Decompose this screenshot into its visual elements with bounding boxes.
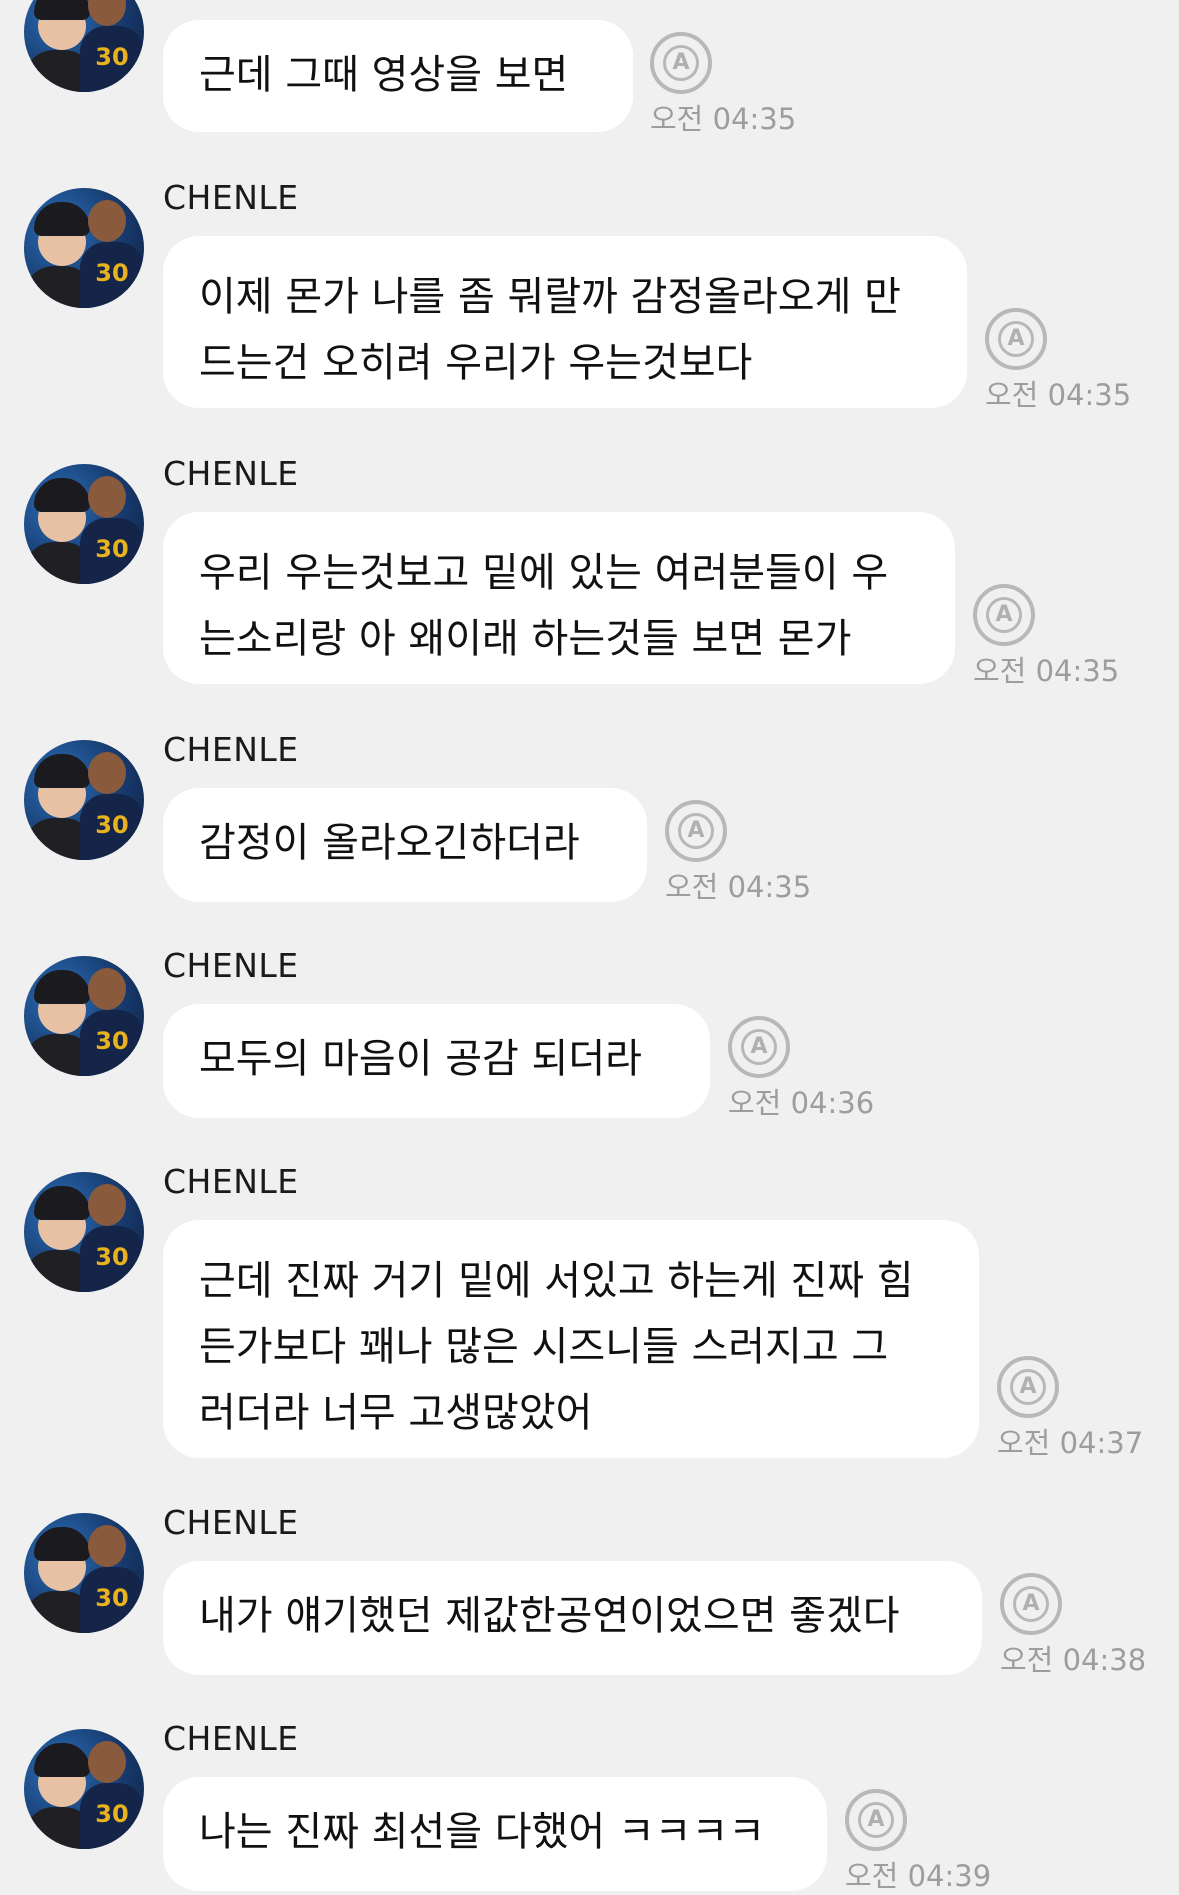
message-bubble[interactable]: 모두의 마음이 공감 되더라 bbox=[163, 1004, 710, 1118]
sender-name: CHENLE bbox=[163, 1719, 299, 1758]
auto-translate-icon[interactable]: A bbox=[845, 1789, 907, 1851]
avatar[interactable]: 30 bbox=[24, 188, 144, 308]
sender-name: CHENLE bbox=[163, 178, 299, 217]
avatar[interactable]: 30 bbox=[24, 1172, 144, 1292]
message-line: 러더라 너무 고생많았어 bbox=[199, 1390, 593, 1436]
avatar[interactable]: 30 bbox=[24, 740, 144, 860]
message-line: 드는건 오히려 우리가 우는것보다 bbox=[199, 340, 753, 386]
avatar[interactable]: 30 bbox=[24, 464, 144, 584]
message-bubble[interactable]: 우리 우는것보고 밑에 있는 여러분들이 우 는소리랑 아 왜이래 하는것들 보… bbox=[163, 512, 955, 684]
timestamp: 오전 04:36 bbox=[728, 1086, 875, 1120]
message-line: 나는 진짜 최선을 다했어 ㅋㅋㅋㅋ bbox=[199, 1809, 766, 1855]
timestamp: 오전 04:35 bbox=[665, 870, 812, 904]
message-bubble[interactable]: 근데 그때 영상을 보면 bbox=[163, 20, 633, 132]
avatar[interactable]: 30 bbox=[24, 0, 144, 92]
message-line: 든가보다 꽤나 많은 시즈니들 스러지고 그 bbox=[199, 1324, 889, 1370]
avatar[interactable]: 30 bbox=[24, 1513, 144, 1633]
message-line: 모두의 마음이 공감 되더라 bbox=[199, 1036, 642, 1082]
message-line: 근데 진짜 거기 밑에 서있고 하는게 진짜 힘 bbox=[199, 1258, 914, 1304]
avatar[interactable]: 30 bbox=[24, 1729, 144, 1849]
message-line: 근데 그때 영상을 보면 bbox=[199, 52, 569, 98]
sender-name: CHENLE bbox=[163, 946, 299, 985]
auto-translate-icon[interactable]: A bbox=[997, 1356, 1059, 1418]
auto-translate-icon[interactable]: A bbox=[985, 308, 1047, 370]
message-line: 우리 우는것보고 밑에 있는 여러분들이 우 bbox=[199, 550, 889, 596]
auto-translate-icon[interactable]: A bbox=[973, 584, 1035, 646]
timestamp: 오전 04:35 bbox=[650, 102, 797, 136]
auto-translate-icon[interactable]: A bbox=[728, 1016, 790, 1078]
timestamp: 오전 04:37 bbox=[997, 1426, 1144, 1460]
message-line: 는소리랑 아 왜이래 하는것들 보면 몬가 bbox=[199, 616, 852, 662]
timestamp: 오전 04:35 bbox=[985, 378, 1132, 412]
sender-name: CHENLE bbox=[163, 730, 299, 769]
message-bubble[interactable]: 내가 얘기했던 제값한공연이었으면 좋겠다 bbox=[163, 1561, 982, 1675]
avatar[interactable]: 30 bbox=[24, 956, 144, 1076]
message-bubble[interactable]: 근데 진짜 거기 밑에 서있고 하는게 진짜 힘 든가보다 꽤나 많은 시즈니들… bbox=[163, 1220, 979, 1458]
timestamp: 오전 04:35 bbox=[973, 654, 1120, 688]
message-line: 내가 얘기했던 제값한공연이었으면 좋겠다 bbox=[199, 1593, 900, 1639]
sender-name: CHENLE bbox=[163, 1503, 299, 1542]
auto-translate-icon[interactable]: A bbox=[1000, 1573, 1062, 1635]
message-line: 감정이 올라오긴하더라 bbox=[199, 820, 580, 866]
timestamp: 오전 04:39 bbox=[845, 1859, 992, 1893]
auto-translate-icon[interactable]: A bbox=[650, 32, 712, 94]
message-bubble[interactable]: 감정이 올라오긴하더라 bbox=[163, 788, 647, 902]
auto-translate-icon[interactable]: A bbox=[665, 800, 727, 862]
message-bubble[interactable]: 나는 진짜 최선을 다했어 ㅋㅋㅋㅋ bbox=[163, 1777, 827, 1891]
message-bubble[interactable]: 이제 몬가 나를 좀 뭐랄까 감정올라오게 만 드는건 오히려 우리가 우는것보… bbox=[163, 236, 967, 408]
timestamp: 오전 04:38 bbox=[1000, 1643, 1147, 1677]
sender-name: CHENLE bbox=[163, 454, 299, 493]
message-line: 이제 몬가 나를 좀 뭐랄까 감정올라오게 만 bbox=[199, 274, 901, 320]
sender-name: CHENLE bbox=[163, 1162, 299, 1201]
chat-list: 30 근데 그때 영상을 보면 A 오전 04:35 30 CHENLE 이제 … bbox=[0, 0, 1179, 1893]
